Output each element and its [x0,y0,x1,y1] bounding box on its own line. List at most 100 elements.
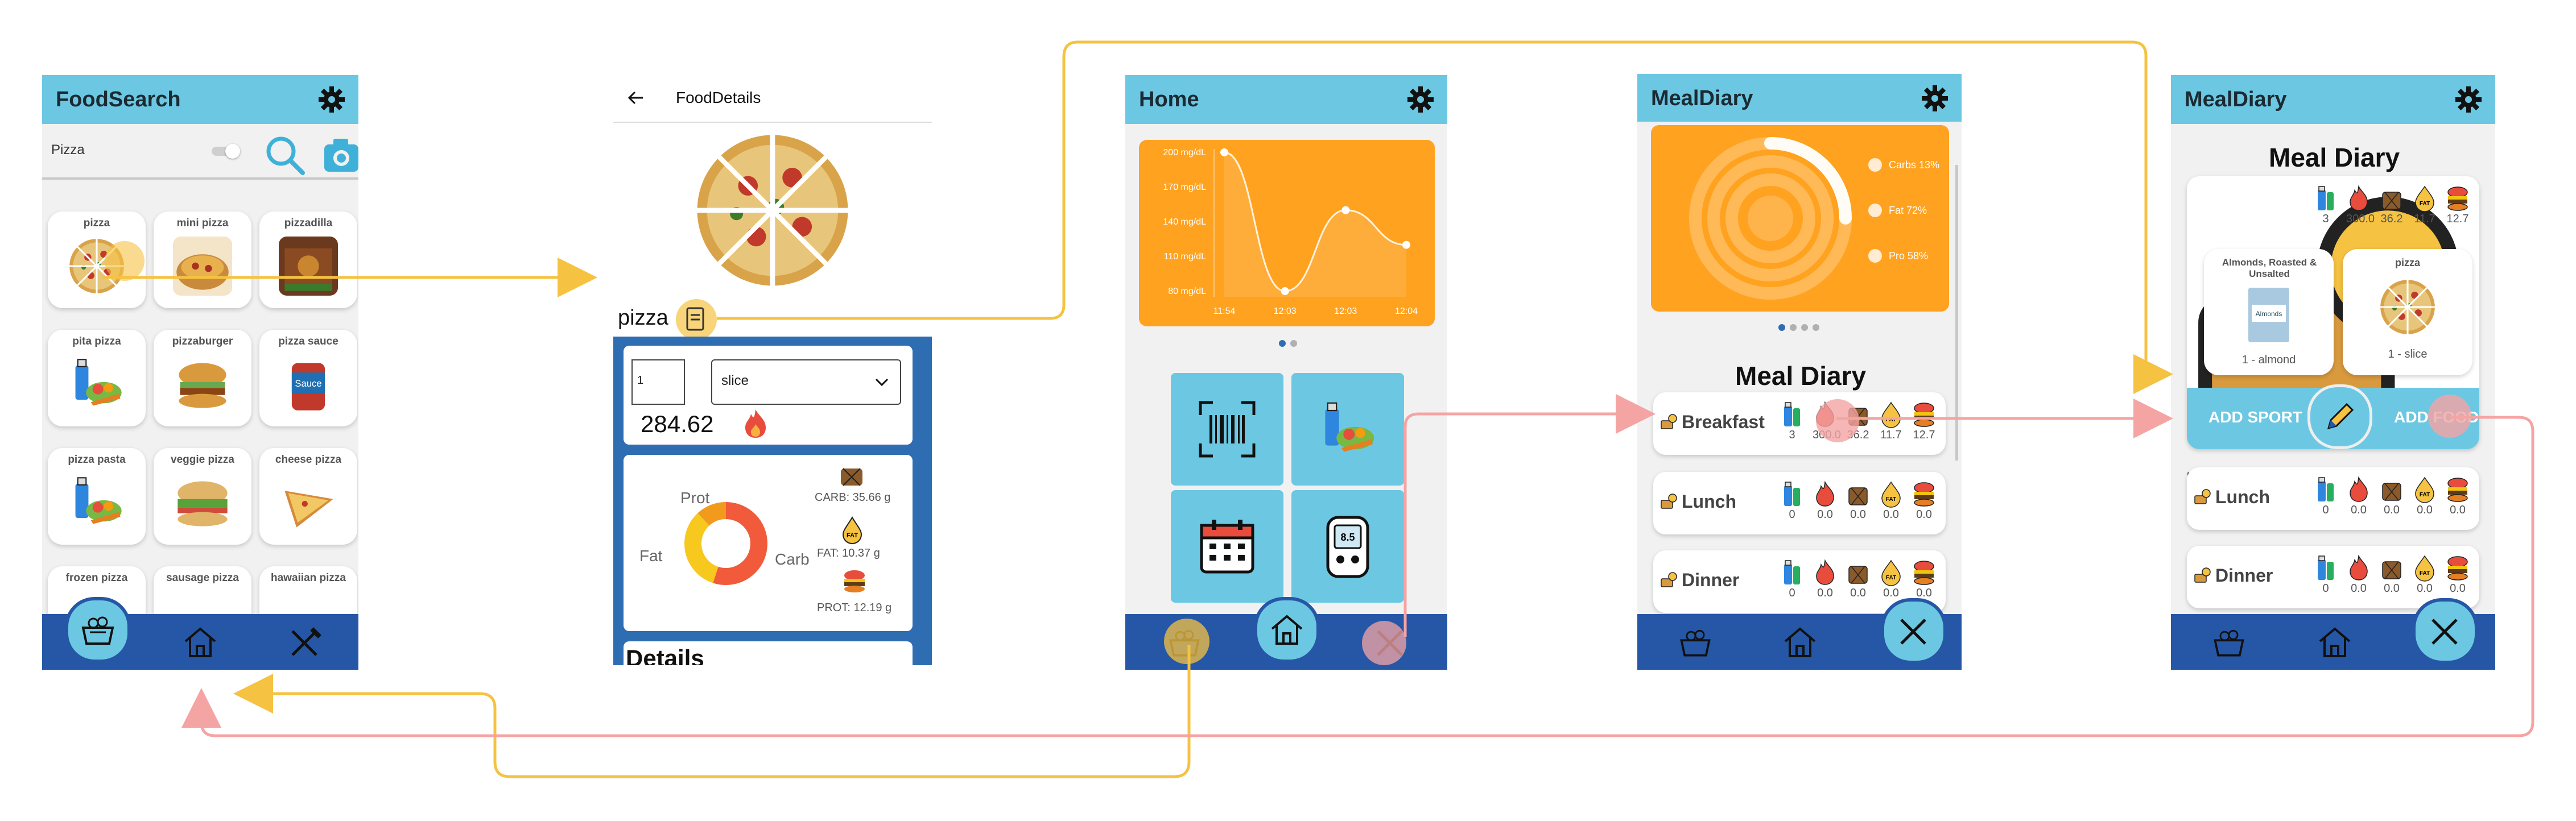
data-point[interactable] [1402,241,1410,249]
calories-value: 284.62 [641,410,714,437]
back-arrow-icon[interactable] [626,88,646,108]
home-icon[interactable] [2317,624,2353,661]
barcode-scan-tile[interactable] [1171,373,1283,486]
x-tick-label: 11:54 [1213,306,1236,316]
add-note-button[interactable] [676,299,717,340]
app-bar: MealDiary [1637,74,1962,122]
meal-name: Lunch [2215,487,2270,507]
settings-gear-icon[interactable] [1921,84,1949,113]
toggle-switch[interactable] [212,144,240,159]
data-point[interactable] [1281,287,1289,295]
meal-row-breakfast[interactable]: Breakfast3300.036.2FAT11.712.7 [1653,392,1946,455]
y-tick-label: 200 mg/dL [1163,148,1206,157]
nutrient-column: 0 [2313,554,2338,599]
note-icon [686,307,704,331]
home-icon[interactable] [182,624,218,661]
meal-row-lunch[interactable]: Lunch 0 0.0 0.0 FAT 0.0 0.0 [1653,472,1946,534]
nutrient-value: 0.0 [1916,508,1932,521]
add-sport-button[interactable]: ADD SPORT [2208,408,2302,426]
unit-select[interactable]: slice [711,359,901,405]
camera-icon[interactable] [323,135,358,175]
bottom-nav [42,597,358,670]
food-card[interactable]: mini pizza [154,212,251,308]
nutrient-value: 0.0 [2450,582,2466,595]
data-point[interactable] [1220,148,1228,156]
home-icon[interactable] [1782,624,1818,661]
quantity-input[interactable]: 1 [631,359,685,405]
nutrient-value: 0.0 [1883,508,1899,521]
nutrient-value: 0.0 [2351,504,2367,516]
nutrient-value: 0.0 [2417,582,2433,595]
pizza-image [2379,279,2436,335]
nutrient-column: 0 [2313,475,2338,521]
prot-value: PROT: 12.19 g [817,602,892,614]
meal-row-lunch[interactable]: Lunch 0 0.0 0.0 FAT 0.0 0.0 [2187,467,2479,530]
food-card[interactable]: pizzaburger [154,330,251,426]
x-tick-label: 12:03 [1334,306,1357,316]
food-card[interactable]: veggie pizza [154,448,251,545]
water-icon [2313,475,2338,504]
macro-ring-card: Carbs 13% Fat 72% Pro 58% [1651,125,1949,312]
food-entry-name: Almonds, Roasted & Unsalted [2222,257,2317,279]
nav-active-bubble[interactable] [1254,597,1320,663]
food-entry-card[interactable]: pizza 1 - slice [2343,249,2472,375]
nutrient-column: 0.0 [2379,554,2404,599]
nutrient-column: 0.0 [1846,558,1871,604]
search-icon[interactable] [264,134,307,177]
data-point[interactable] [1341,206,1350,214]
nutrient-column: 0.0 [1912,558,1937,604]
fat-drop-icon: FAT [1879,558,1904,587]
food-basket-icon[interactable] [1677,624,1714,661]
meal-name: Dinner [2215,565,2273,586]
meal-row-breakfast[interactable]: Breakfast3300.036.2FAT11.712.7 [2187,176,2479,481]
nutrient-value: 0.0 [2384,582,2400,595]
edit-button[interactable] [2307,384,2372,449]
legend-dot-fat [1868,204,1882,217]
food-card-label: cheese pizza [275,454,342,466]
nav-active-bubble[interactable] [65,597,131,663]
meal-name: Dinner [1682,570,1740,590]
toggle-knob [225,144,240,159]
scrollbar[interactable] [1955,165,1958,461]
almond-package-image: Almonds [2248,288,2289,342]
food-card[interactable]: pita pizza [48,330,146,426]
food-card[interactable]: cheese pizza [259,448,357,545]
food-search-screen: FoodSearch Pizza pizza mini pizza pizzad… [42,75,358,670]
glucose-line-chart: 200 mg/dL 170 mg/dL 140 mg/dL 110 mg/dL 80 m… [1163,148,1418,316]
nutrient-column: 3 [2313,184,2338,230]
nav-active-bubble[interactable] [2412,598,2478,664]
glucose-meter-tile[interactable]: 8.5 [1291,490,1404,603]
page-dot [1290,340,1297,347]
food-card-label: frozen pizza [65,572,128,584]
divider [42,177,358,180]
pencil-icon [2327,403,2354,430]
carbs-bread-icon [2379,475,2404,504]
food-entry-card[interactable]: Almonds, Roasted & Unsalted Almonds 1 - … [2204,249,2334,375]
nutrient-value: 11.7 [2414,213,2435,225]
search-input[interactable]: Pizza [51,142,85,158]
settings-gear-icon[interactable] [1406,85,1435,114]
unit-value: slice [721,373,749,388]
home-screen: Home 200 mg/dL 170 mg/dL 140 mg/dL 110 mg/d… [1125,75,1447,670]
nutrient-value: 0.0 [1883,587,1899,599]
calories-flame-icon [2346,554,2371,582]
food-card[interactable]: pizza pasta [48,448,146,545]
food-card[interactable]: pizza sauce Sauce [259,330,357,426]
series-area [1224,152,1406,297]
fork-knife-icon[interactable] [287,624,323,661]
food-card-label: mini pizza [176,217,229,229]
nutrient-value: 0 [1789,587,1795,599]
nutrient-value: 0.0 [1817,587,1833,599]
food-basket-icon[interactable] [2211,624,2247,661]
nutrient-column: 12.7 [2445,184,2470,230]
nav-active-bubble[interactable] [1881,598,1947,664]
food-card[interactable]: pizzadilla [259,212,357,308]
settings-gear-icon[interactable] [317,85,346,114]
protein-burger-icon [1912,400,1937,429]
settings-gear-icon[interactable] [2454,85,2483,114]
nutrient-value: 11.7 [1880,429,1902,441]
food-tile[interactable] [1291,373,1404,486]
donut-label-fat: Fat [639,547,663,565]
fat-drop-icon: FAT [1879,480,1904,508]
calendar-tile[interactable] [1171,490,1283,603]
